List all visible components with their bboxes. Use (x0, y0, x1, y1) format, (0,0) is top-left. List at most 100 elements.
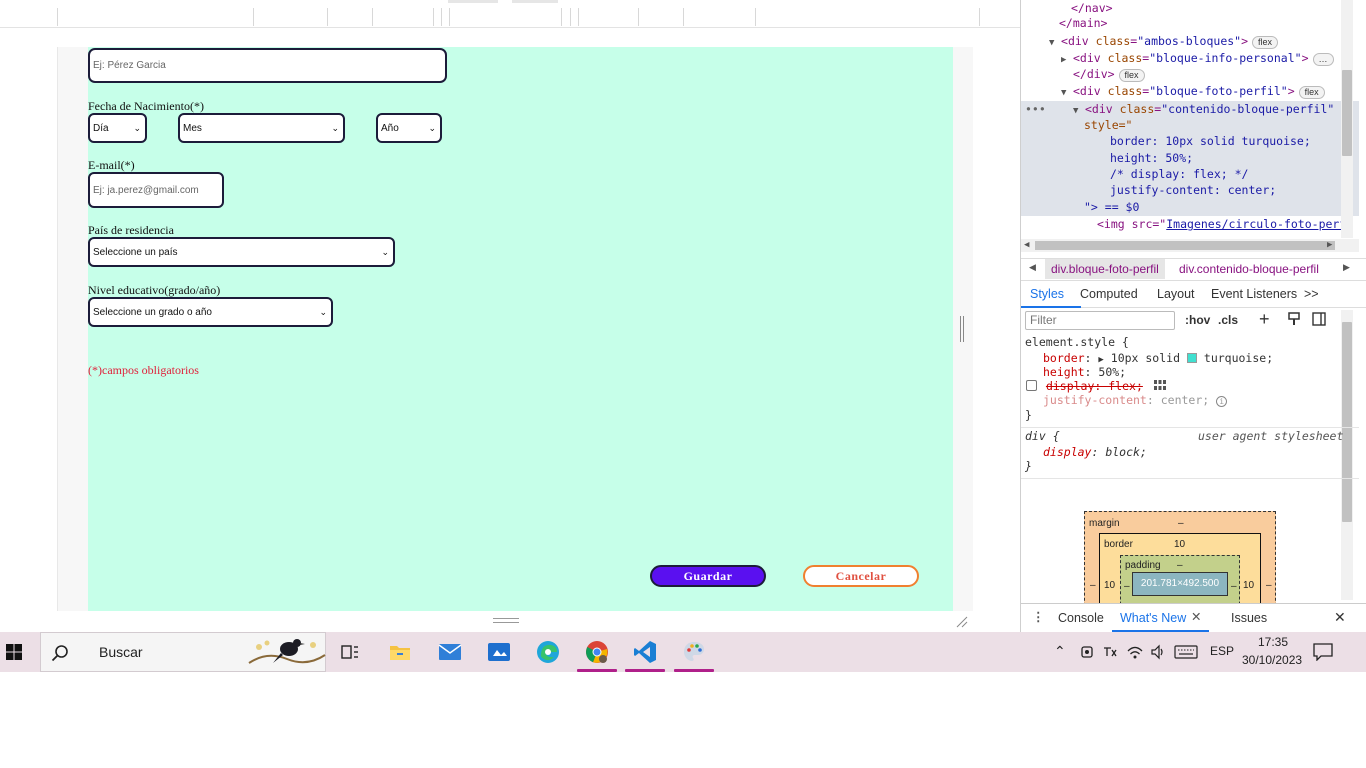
close-tab-icon[interactable]: ✕ (1191, 609, 1201, 624)
drawer-tab-issues[interactable]: Issues (1231, 611, 1267, 625)
tab-styles[interactable]: Styles (1030, 287, 1064, 301)
scrollbar-thumb[interactable] (1342, 322, 1352, 522)
scrollbar-thumb[interactable] (1342, 70, 1352, 156)
dom-class-value: bloque-foto-perfil (1156, 84, 1281, 98)
email-field[interactable]: Ej: ja.perez@gmail.com (88, 172, 224, 208)
month-select-value: Mes (183, 122, 202, 134)
touch-keyboard-icon[interactable] (1174, 645, 1198, 659)
wifi-icon[interactable] (1126, 644, 1144, 660)
dom-tag: </main> (1059, 16, 1108, 30)
tab-layout[interactable]: Layout (1157, 287, 1195, 301)
dom-style-attr: style=" (1084, 118, 1133, 132)
breadcrumb: ◀ div.bloque-foto-perfil div.contenido-b… (1021, 258, 1366, 279)
volume-icon[interactable] (1150, 644, 1166, 660)
clock-time[interactable]: 17:35 (1258, 635, 1288, 649)
dom-line-bloque-info-personal[interactable]: ▶ <div class="bloque-info-personal">… (1061, 50, 1334, 67)
dom-line[interactable]: </main> (1059, 15, 1107, 32)
windows-start-button[interactable] (0, 632, 38, 672)
flex-badge[interactable]: flex (1298, 86, 1325, 99)
resize-grip-icon[interactable] (956, 616, 968, 628)
info-icon[interactable]: i (1216, 396, 1228, 407)
scroll-left-icon[interactable]: ◀ (1024, 240, 1029, 250)
filter-input[interactable]: Filter (1025, 311, 1175, 330)
year-select-value: Año (381, 122, 399, 134)
drawer-menu-icon[interactable]: ⋮ (1032, 609, 1045, 624)
drag-handle-icon[interactable] (493, 618, 519, 623)
box-content-size: 201.781×492.500 (1132, 572, 1228, 596)
cls-toggle[interactable]: .cls (1218, 313, 1238, 327)
show-hidden-icons-chevron-icon[interactable]: ⌃ (1054, 643, 1066, 660)
education-select[interactable]: Seleccione un grado o año ⌄ (88, 297, 333, 327)
ruler-tick (57, 8, 58, 26)
day-select[interactable]: Día ⌄ (88, 113, 147, 143)
breadcrumb-right-icon[interactable]: ▶ (1343, 262, 1350, 273)
chevron-down-icon: ⌄ (133, 122, 141, 133)
dom-style-line: border: 10px solid turquoise; (1110, 134, 1311, 148)
padding-right-value: – (1231, 581, 1237, 592)
more-tabs-icon[interactable]: >> (1304, 287, 1319, 301)
flex-badge[interactable]: flex (1252, 36, 1279, 49)
dom-tree-scrollbar[interactable] (1341, 0, 1353, 238)
save-button[interactable]: Guardar (650, 565, 766, 587)
flexbox-editor-icon[interactable] (1153, 379, 1167, 391)
task-view-button[interactable] (326, 632, 374, 672)
color-swatch-icon[interactable] (1186, 353, 1197, 363)
surname-field[interactable]: Ej: Pérez Garcia (88, 48, 447, 83)
toggle-sidebar-icon[interactable] (1312, 312, 1326, 326)
ellipsis-badge[interactable]: … (1312, 53, 1334, 66)
ellipsis-icon[interactable]: ••• (1025, 101, 1046, 118)
cancel-button[interactable]: Cancelar (803, 565, 919, 587)
clock-date[interactable]: 30/10/2023 (1242, 653, 1302, 667)
chrome-button[interactable] (573, 632, 621, 672)
tab-computed[interactable]: Computed (1080, 287, 1138, 301)
viewport-resize-handle[interactable] (960, 316, 964, 342)
paint-button[interactable] (670, 632, 718, 672)
css-prop-name: display (1043, 445, 1092, 459)
mail-button[interactable] (426, 632, 474, 672)
dom-tag: </nav> (1071, 1, 1113, 15)
dom-line-ambos-bloques[interactable]: ▼ <div class="ambos-bloques"> flex (1049, 33, 1279, 52)
scrollbar-thumb[interactable] (1035, 241, 1335, 250)
ruler-tick (327, 8, 328, 26)
tab-event-listeners[interactable]: Event Listeners (1211, 287, 1297, 301)
keyboard-layout-icon[interactable] (1102, 644, 1118, 660)
styles-scrollbar[interactable] (1341, 310, 1353, 600)
hov-toggle[interactable]: :hov (1185, 313, 1210, 327)
edge-button[interactable] (524, 632, 572, 672)
photos-button[interactable] (475, 632, 523, 672)
taskbar-search-box[interactable]: Buscar (40, 632, 326, 672)
meet-now-icon[interactable] (1080, 644, 1094, 660)
dom-line-contenido-bloque-perfil[interactable]: ▼ <div class="contenido-bloque-perfil" (1073, 101, 1334, 118)
expanded-triangle-icon[interactable]: ▼ (1061, 85, 1073, 102)
breadcrumb-item[interactable]: div.contenido-bloque-perfil (1179, 259, 1319, 279)
new-rule-plus-icon[interactable]: + (1259, 309, 1270, 330)
scroll-right-icon[interactable]: ▶ (1327, 240, 1332, 250)
drawer-tab-whats-new[interactable]: What's New (1120, 611, 1186, 625)
drawer-tab-console[interactable]: Console (1058, 611, 1104, 625)
breadcrumb-item[interactable]: div.bloque-foto-perfil (1045, 259, 1165, 279)
close-drawer-icon[interactable]: ✕ (1334, 609, 1346, 626)
dom-img-src-link[interactable]: Imagenes/circulo-foto-perf (1166, 217, 1346, 231)
dom-tree-hscrollbar[interactable]: ◀ ▶ (1021, 239, 1359, 252)
dom-line-close-div[interactable]: </div> flex (1073, 66, 1145, 83)
dom-line-bloque-foto-perfil[interactable]: ▼ <div class="bloque-foto-perfil"> flex (1061, 83, 1325, 100)
dom-line-img[interactable]: <img src="Imagenes/circulo-foto-perf (1097, 216, 1346, 233)
photos-icon (488, 643, 510, 661)
expanded-triangle-icon[interactable]: ▼ (1049, 35, 1061, 52)
notification-center-icon[interactable] (1313, 643, 1333, 661)
collapsed-triangle-icon[interactable]: ▶ (1061, 52, 1073, 69)
dom-tag: div (1067, 34, 1089, 48)
month-select[interactable]: Mes ⌄ (178, 113, 345, 143)
dom-class-value: ambos-bloques (1144, 34, 1235, 48)
dom-style-line: justify-content: center; (1110, 183, 1277, 197)
style-prop-justify[interactable]: justify-content: center; i (1043, 392, 1228, 409)
paint-brush-icon[interactable] (1287, 312, 1301, 326)
flex-badge[interactable]: flex (1118, 69, 1145, 82)
year-select[interactable]: Año ⌄ (376, 113, 442, 143)
breadcrumb-left-icon[interactable]: ◀ (1029, 262, 1036, 273)
language-indicator[interactable]: ESP (1210, 644, 1234, 658)
file-explorer-button[interactable] (376, 632, 424, 672)
vscode-button[interactable] (621, 632, 669, 672)
property-checkbox[interactable] (1026, 380, 1037, 391)
country-select[interactable]: Seleccione un país ⌄ (88, 237, 395, 267)
